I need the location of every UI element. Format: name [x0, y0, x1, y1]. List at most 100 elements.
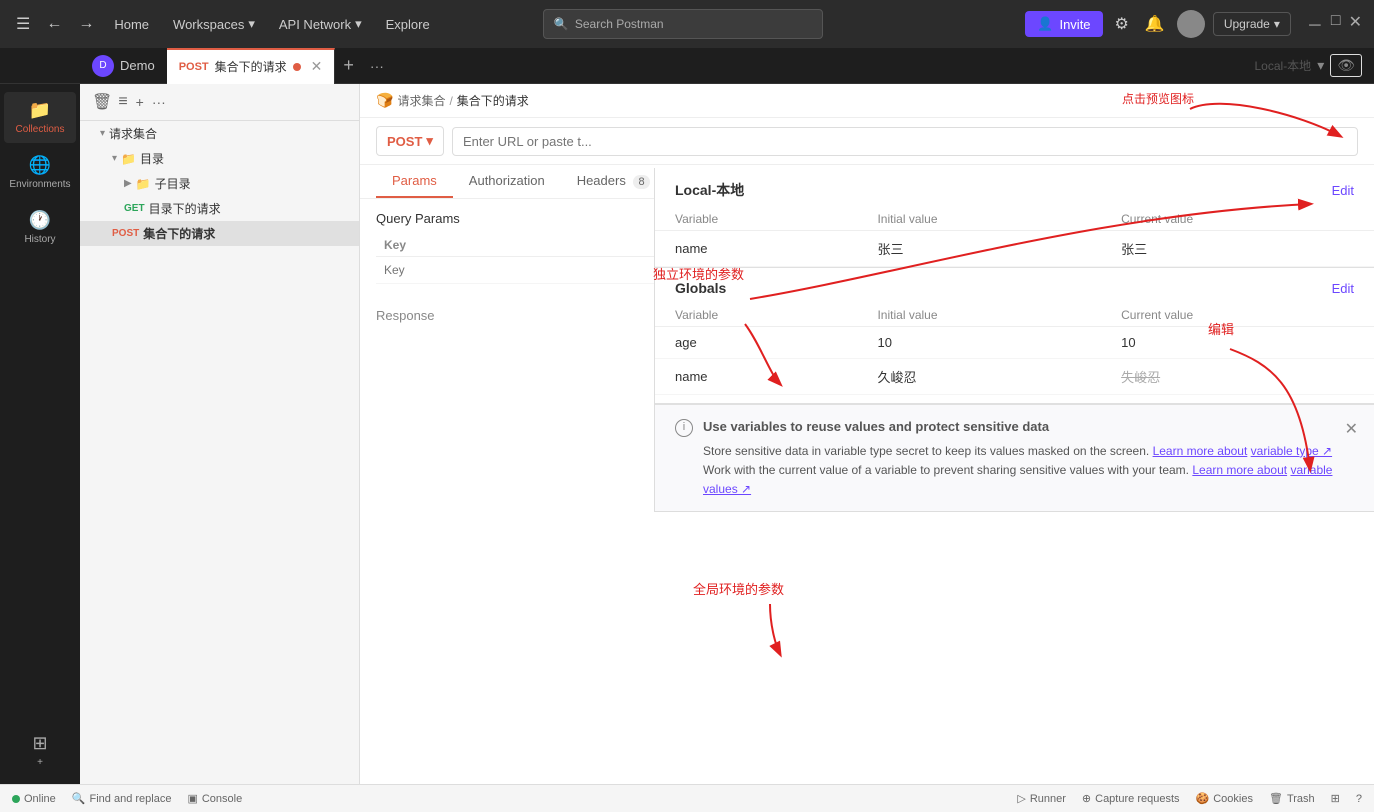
breadcrumb-separator: / — [449, 94, 452, 108]
close-info-button[interactable]: ✕ — [1345, 417, 1358, 443]
console-item[interactable]: ▣ Console — [187, 792, 242, 805]
sidebar-bottom: ⊞ + — [4, 725, 76, 776]
tree-subfolder[interactable]: ▶ 📁 子目录 — [80, 171, 359, 196]
menu-icon[interactable]: ☰ — [12, 10, 34, 38]
history-icon: 🕐 — [29, 210, 51, 231]
tab-method: POST — [179, 61, 209, 73]
tab-more-icon[interactable]: ··· — [362, 58, 392, 74]
chevron-down-icon: ▾ — [100, 128, 105, 139]
minimize-icon[interactable]: － — [1307, 12, 1323, 36]
sidebar-item-history[interactable]: 🕐 History — [4, 202, 76, 253]
more-icon[interactable]: ··· — [150, 92, 168, 112]
online-status[interactable]: Online — [12, 793, 56, 805]
capture-item[interactable]: ⊕ Capture requests — [1082, 792, 1180, 805]
statusbar: Online 🔍 Find and replace ▣ Console ▷ Ru… — [0, 784, 1374, 812]
bell-icon[interactable]: 🔔 — [1141, 10, 1169, 38]
sidebar-mock-label: + — [37, 757, 43, 768]
globals-age-var: age — [655, 327, 857, 359]
forward-icon[interactable]: → — [74, 11, 98, 37]
local-env-header: Local-本地 Edit — [655, 168, 1374, 208]
local-var-name: name — [655, 231, 857, 267]
capture-label: Capture requests — [1095, 793, 1179, 805]
sidebar-item-collections[interactable]: 📁 Collections — [4, 92, 76, 143]
tab-authorization[interactable]: Authorization — [453, 165, 561, 198]
trash-label: Trash — [1287, 793, 1315, 805]
workspace-name: Demo — [120, 58, 155, 73]
home-link[interactable]: Home — [106, 13, 157, 36]
active-tab[interactable]: POST 集合下的请求 ✕ — [167, 48, 336, 84]
tree-post-request[interactable]: POST 集合下的请求 — [80, 221, 359, 246]
maximize-icon[interactable]: □ — [1331, 12, 1341, 36]
globals-age-current: 10 — [1101, 327, 1374, 359]
tab-params[interactable]: Params — [376, 165, 453, 198]
headers-count-badge: 8 — [633, 175, 649, 189]
upgrade-button[interactable]: Upgrade ▾ — [1213, 12, 1291, 36]
method-select[interactable]: POST ▾ — [376, 126, 444, 156]
grid-item[interactable]: ⊞ — [1331, 792, 1340, 805]
find-replace-item[interactable]: 🔍 Find and replace — [72, 792, 172, 805]
variable-type-link2[interactable]: variable type ↗ — [1251, 444, 1332, 458]
invite-icon: 👤 — [1037, 16, 1053, 32]
tabbar: D Demo POST 集合下的请求 ✕ + ··· Local-本地 ▾ 👁 — [0, 48, 1374, 84]
table-row: age 10 10 — [655, 327, 1374, 359]
console-icon: ▣ — [187, 792, 197, 805]
eye-icon[interactable]: 👁 — [1330, 54, 1362, 77]
runner-item[interactable]: ▷ Runner — [1017, 792, 1066, 805]
globals-env-header: Globals Edit — [655, 268, 1374, 304]
collection-name: 请求集合 — [109, 125, 157, 142]
settings-icon[interactable]: ⚙ — [1111, 10, 1133, 38]
sidebar-item-mock[interactable]: ⊞ + — [4, 725, 76, 776]
tab-headers[interactable]: Headers 8 — [561, 165, 666, 198]
workspace-label: D Demo — [80, 55, 167, 77]
globals-name-current: 失峻忍 — [1101, 359, 1374, 395]
globals-initial-header: Initial value — [857, 304, 1101, 327]
cookies-label: Cookies — [1213, 793, 1253, 805]
tab-unsaved-dot — [293, 63, 301, 71]
sort-icon[interactable]: ≡ — [118, 93, 127, 111]
avatar[interactable] — [1177, 10, 1205, 38]
explore-link[interactable]: Explore — [378, 13, 438, 36]
tab-label: 集合下的请求 — [215, 58, 287, 75]
chevron-down-icon: ▾ — [112, 153, 117, 164]
left-panel-header: 🗑 ≡ + ··· — [80, 84, 359, 121]
workspaces-link[interactable]: Workspaces ▾ — [165, 12, 263, 36]
back-icon[interactable]: ← — [42, 11, 66, 37]
tree-get-request[interactable]: GET 目录下的请求 — [80, 196, 359, 221]
statusbar-right: ▷ Runner ⊕ Capture requests 🍪 Cookies 🗑 … — [1017, 792, 1362, 805]
invite-button[interactable]: 👤 Invite — [1025, 11, 1102, 37]
local-edit-button[interactable]: Edit — [1332, 183, 1354, 198]
chevron-down-icon[interactable]: ▾ — [1317, 57, 1324, 74]
help-item[interactable]: ? — [1356, 793, 1362, 805]
breadcrumb: 🍞 请求集合 / 集合下的请求 — [360, 84, 1374, 118]
breadcrumb-current: 集合下的请求 — [457, 92, 529, 109]
method-value: POST — [387, 134, 422, 149]
chevron-down-icon: ▾ — [1274, 17, 1280, 31]
url-input[interactable] — [452, 127, 1358, 156]
get-request-label: 目录下的请求 — [149, 200, 221, 217]
tab-add-icon[interactable]: + — [335, 55, 362, 76]
variable-values-link[interactable]: Learn more about — [1192, 463, 1287, 477]
sidebar-item-environments[interactable]: 🌐 Environments — [4, 147, 76, 198]
globals-edit-button[interactable]: Edit — [1332, 281, 1354, 296]
globals-age-initial: 10 — [857, 327, 1101, 359]
globals-current-header: Current value — [1101, 304, 1374, 327]
collection-breadcrumb-icon: 🍞 — [376, 92, 393, 109]
runner-label: Runner — [1030, 793, 1066, 805]
globals-variable-header: Variable — [655, 304, 857, 327]
add-icon[interactable]: + — [134, 92, 146, 112]
trash-item[interactable]: 🗑 Trash — [1269, 792, 1315, 805]
trash-icon[interactable]: 🗑 — [92, 92, 112, 112]
runner-icon: ▷ — [1017, 792, 1025, 805]
local-initial-header: Initial value — [857, 208, 1101, 231]
chevron-right-icon: ▶ — [124, 178, 132, 189]
close-icon[interactable]: ✕ — [1349, 12, 1362, 36]
search-bar[interactable]: 🔍 Search Postman — [543, 9, 823, 39]
breadcrumb-collection: 请求集合 — [397, 92, 445, 109]
subfolder-icon: 📁 — [136, 177, 151, 191]
variable-type-link[interactable]: Learn more about — [1153, 444, 1248, 458]
cookies-item[interactable]: 🍪 Cookies — [1196, 792, 1253, 805]
api-network-link[interactable]: API Network ▾ — [271, 12, 370, 36]
tab-close-icon[interactable]: ✕ — [311, 58, 323, 75]
tree-folder[interactable]: ▾ 📁 目录 — [80, 146, 359, 171]
tree-collection[interactable]: ▾ 请求集合 — [80, 121, 359, 146]
